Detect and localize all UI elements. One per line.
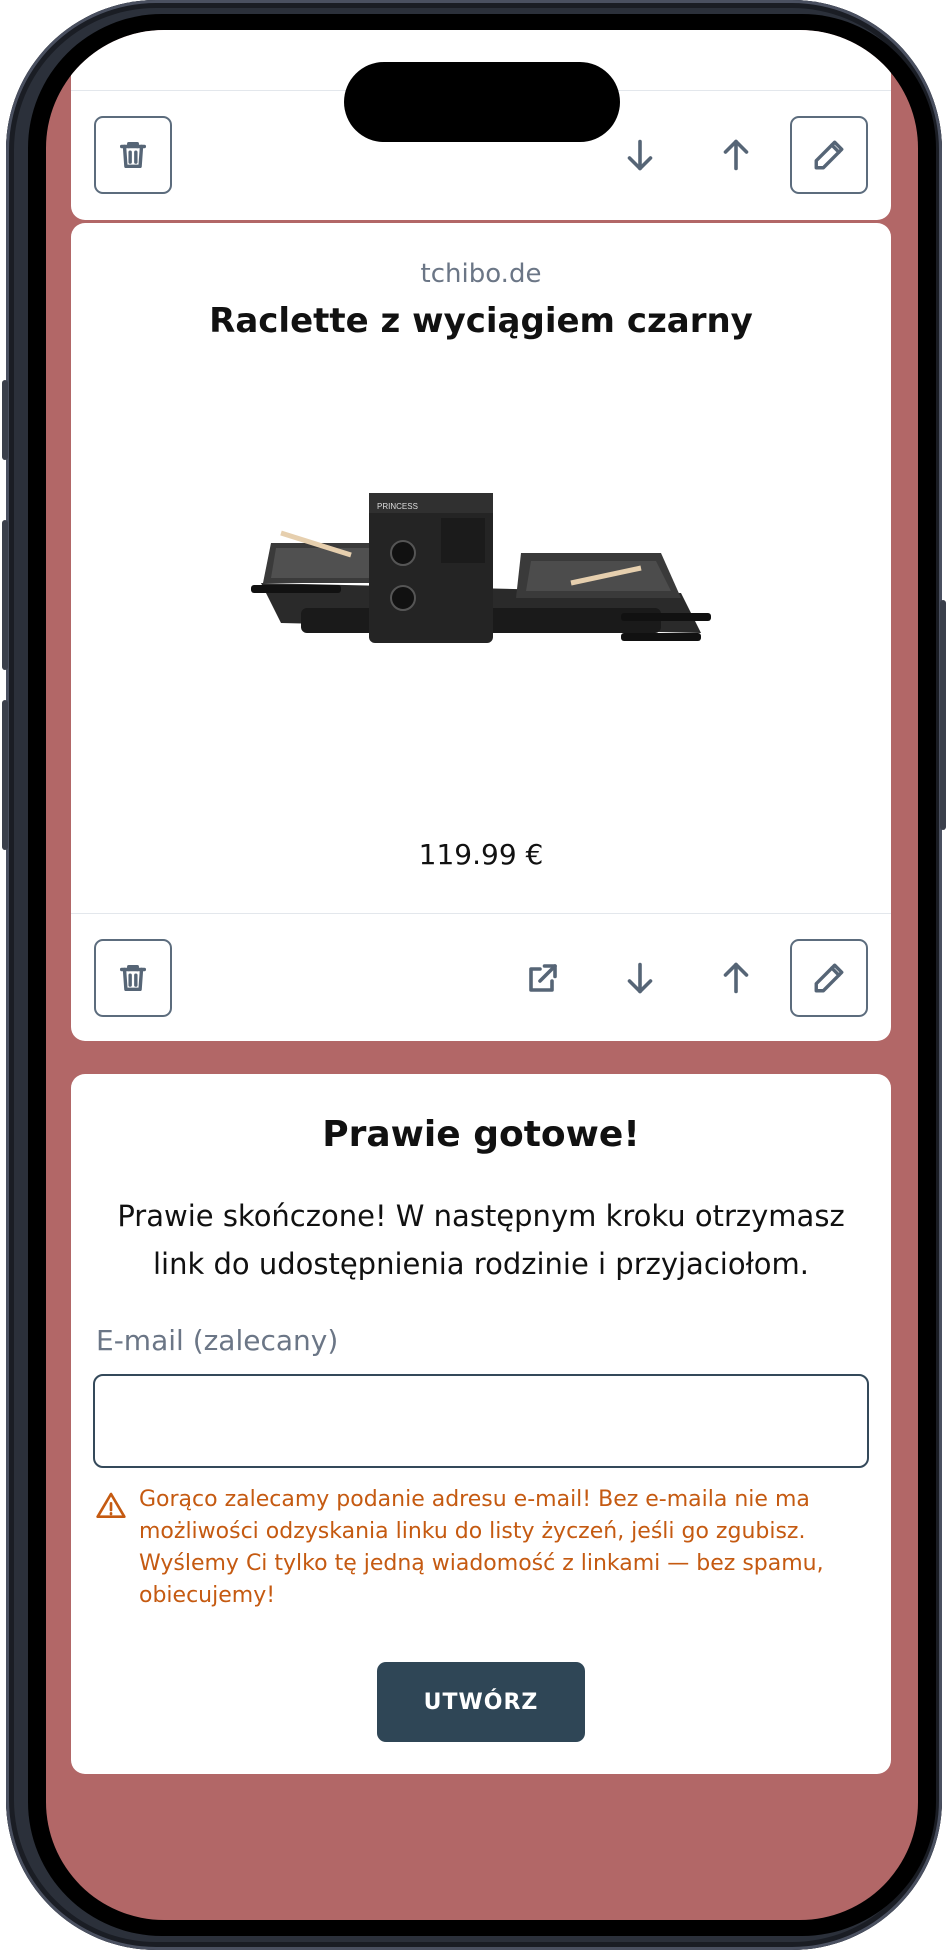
finish-title: Prawie gotowe!: [322, 1114, 640, 1155]
product-domain: tchibo.de: [420, 259, 542, 289]
move-down-button[interactable]: [612, 950, 668, 1006]
arrow-down-icon: [627, 962, 653, 994]
external-link-icon: [529, 964, 557, 992]
arrow-down-icon: [627, 139, 653, 171]
move-down-button[interactable]: [612, 127, 668, 183]
email-warning-text: Gorąco zalecamy podanie adresu e-mail! B…: [139, 1487, 824, 1608]
phone-frame: tchibo.de Raclette z wyciągiem czarny PR…: [2, 0, 946, 1950]
edit-button[interactable]: [790, 116, 868, 194]
email-label: E-mail (zalecany): [96, 1324, 339, 1357]
arrow-up-icon: [723, 962, 749, 994]
product-title: Raclette z wyciągiem czarny: [209, 301, 753, 341]
phone-side-button: [2, 380, 8, 460]
screen: tchibo.de Raclette z wyciągiem czarny PR…: [46, 30, 918, 1920]
finish-card: Prawie gotowe! Prawie skończone! W nastę…: [71, 1074, 891, 1774]
arrow-up-icon: [723, 139, 749, 171]
phone-side-button: [2, 700, 8, 850]
phone-side-button: [940, 600, 946, 830]
move-up-button[interactable]: [708, 127, 764, 183]
pencil-icon: [814, 963, 844, 993]
warning-triangle-icon: [96, 1492, 126, 1518]
delete-button[interactable]: [94, 939, 172, 1017]
dynamic-island: [344, 62, 620, 142]
delete-button[interactable]: [94, 116, 172, 194]
product-brand-label: PRINCESS: [377, 502, 418, 511]
email-field[interactable]: [93, 1374, 869, 1468]
create-button[interactable]: UTWÓRZ: [377, 1662, 585, 1742]
phone-side-button: [2, 520, 8, 670]
finish-description: Prawie skończone! W następnym kroku otrz…: [117, 1199, 845, 1281]
product-image: PRINCESS: [251, 493, 711, 643]
item-action-bar: [71, 913, 891, 1041]
trash-icon: [119, 141, 147, 169]
open-link-button[interactable]: [515, 950, 571, 1006]
pencil-icon: [814, 140, 844, 170]
product-price: 119.99 €: [418, 838, 544, 871]
edit-button[interactable]: [790, 939, 868, 1017]
wishlist-item-card: tchibo.de Raclette z wyciągiem czarny PR…: [71, 223, 891, 1041]
trash-icon: [119, 964, 147, 992]
move-up-button[interactable]: [708, 950, 764, 1006]
